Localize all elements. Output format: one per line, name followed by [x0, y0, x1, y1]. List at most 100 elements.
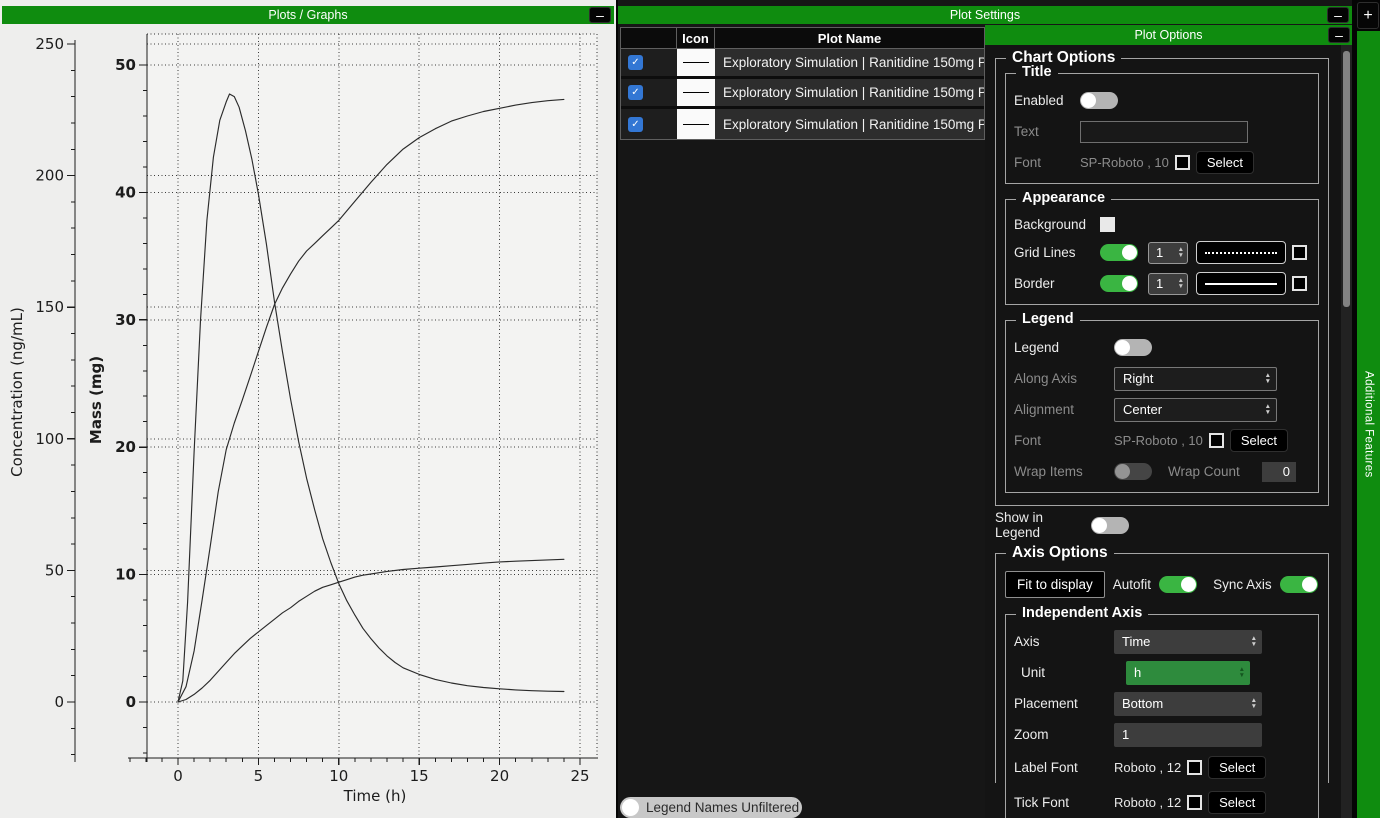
- border-toggle[interactable]: [1100, 275, 1138, 292]
- fit-to-display-button[interactable]: Fit to display: [1005, 571, 1105, 598]
- legend-font-label: Font: [1014, 433, 1114, 448]
- options-scrollbar[interactable]: [1341, 45, 1352, 818]
- plot-name[interactable]: Exploratory Simulation | Ranitidine 150m…: [715, 109, 984, 139]
- wrap-count-label: Wrap Count: [1168, 464, 1240, 479]
- tick-font-color-swatch[interactable]: [1187, 795, 1202, 810]
- border-color-swatch[interactable]: [1292, 276, 1307, 291]
- legend-group-label: Legend: [1016, 311, 1080, 327]
- stepper-arrows-icon[interactable]: ▲▼: [1178, 278, 1184, 289]
- title-enabled-toggle[interactable]: [1080, 92, 1118, 109]
- table-row: ✓ Exploratory Simulation | Ranitidine 15…: [621, 49, 984, 79]
- tick-font-select-button[interactable]: Select: [1208, 791, 1266, 814]
- unit-dropdown[interactable]: h ▲▼: [1126, 661, 1250, 685]
- stepper-arrows-icon[interactable]: ▲▼: [1178, 247, 1184, 258]
- title-font-value: SP-Roboto , 10: [1080, 155, 1169, 170]
- placement-dropdown[interactable]: Bottom ▲▼: [1114, 692, 1262, 716]
- scrollbar-thumb[interactable]: [1343, 51, 1350, 307]
- zoom-label: Zoom: [1014, 727, 1114, 742]
- grid-lines-toggle[interactable]: [1100, 244, 1138, 261]
- legend-names-toggle[interactable]: Legend Names Unfiltered: [620, 797, 802, 818]
- svg-text:20: 20: [490, 767, 509, 785]
- pk-chart[interactable]: 050100150200250010203040500510152025Conc…: [0, 0, 616, 818]
- background-color-swatch[interactable]: [1100, 217, 1115, 232]
- minus-icon: –: [1334, 7, 1342, 23]
- toggle-knob-icon: [622, 799, 639, 816]
- background-label: Background: [1014, 217, 1100, 232]
- plot-line-preview: [677, 109, 715, 139]
- border-line-style-button[interactable]: [1196, 272, 1286, 295]
- wrap-count-input[interactable]: 0: [1262, 462, 1296, 482]
- additional-features-tab[interactable]: Additional Features: [1357, 31, 1380, 818]
- expand-additional-features-button[interactable]: +: [1357, 2, 1379, 29]
- wrap-items-toggle[interactable]: [1114, 463, 1152, 480]
- minimize-plot-options-button[interactable]: –: [1328, 27, 1350, 43]
- title-group: Title Enabled Text Font SP-Roboto , 10 S…: [1005, 73, 1319, 184]
- plot-table: Icon Plot Name ✓ Exploratory Simulation …: [620, 27, 985, 140]
- svg-text:250: 250: [35, 35, 64, 53]
- plot-name[interactable]: Exploratory Simulation | Ranitidine 150m…: [715, 79, 984, 106]
- minimize-plots-button[interactable]: –: [589, 7, 611, 23]
- unit-label: Unit: [1014, 665, 1114, 680]
- placement-value: Bottom: [1114, 696, 1163, 711]
- x-axis-title: Time (h): [343, 787, 407, 805]
- svg-text:40: 40: [115, 183, 136, 201]
- toggle-knob-icon: [1122, 276, 1137, 291]
- autofit-toggle[interactable]: [1159, 576, 1197, 593]
- legend-font-select-button[interactable]: Select: [1230, 429, 1288, 452]
- svg-text:30: 30: [115, 311, 136, 329]
- sync-axis-label: Sync Axis: [1213, 577, 1272, 592]
- appearance-group: Appearance Background Grid Lines 1 ▲▼: [1005, 199, 1319, 305]
- show-in-legend-toggle[interactable]: [1091, 517, 1129, 534]
- svg-text:100: 100: [35, 430, 64, 448]
- dropdown-arrows-icon: ▲▼: [1251, 636, 1257, 647]
- label-font-color-swatch[interactable]: [1187, 760, 1202, 775]
- svg-text:10: 10: [329, 767, 348, 785]
- legend-toggle[interactable]: [1114, 339, 1152, 356]
- plot-visible-checkbox[interactable]: ✓: [628, 55, 643, 70]
- title-font-select-button[interactable]: Select: [1196, 151, 1254, 174]
- sync-axis-toggle[interactable]: [1280, 576, 1318, 593]
- autofit-label: Autofit: [1113, 577, 1151, 592]
- font-label: Font: [1014, 155, 1080, 170]
- toggle-knob-icon: [1115, 464, 1130, 479]
- plot-visible-checkbox[interactable]: ✓: [628, 117, 643, 132]
- svg-text:200: 200: [35, 167, 64, 185]
- grid-line-style-button[interactable]: [1196, 241, 1286, 264]
- plot-name[interactable]: Exploratory Simulation | Ranitidine 150m…: [715, 49, 984, 76]
- axis-label: Axis: [1014, 634, 1114, 649]
- y-axis-left-title: Concentration (ng/mL): [8, 307, 26, 477]
- label-font-select-button[interactable]: Select: [1208, 756, 1266, 779]
- plots-graphs-titlebar[interactable]: Plots / Graphs –: [2, 6, 614, 24]
- minimize-plot-settings-button[interactable]: –: [1327, 7, 1349, 23]
- plot-settings-title: Plot Settings: [950, 8, 1020, 22]
- chart-options-group: Chart Options Title Enabled Text Font SP…: [995, 58, 1329, 506]
- grid-color-swatch[interactable]: [1292, 245, 1307, 260]
- along-axis-dropdown[interactable]: Right ▲▼: [1114, 367, 1277, 391]
- enabled-label: Enabled: [1014, 93, 1080, 108]
- line-style-icon: [683, 62, 709, 63]
- border-label: Border: [1014, 276, 1100, 291]
- check-icon: ✓: [631, 119, 639, 130]
- check-icon: ✓: [631, 57, 639, 68]
- grid-width-stepper[interactable]: 1 ▲▼: [1148, 242, 1188, 264]
- title-font-color-swatch[interactable]: [1175, 155, 1190, 170]
- svg-text:0: 0: [173, 767, 183, 785]
- axis-dropdown[interactable]: Time ▲▼: [1114, 630, 1262, 654]
- alignment-dropdown[interactable]: Center ▲▼: [1114, 398, 1277, 422]
- zoom-input[interactable]: 1: [1114, 723, 1262, 747]
- legend-font-color-swatch[interactable]: [1209, 433, 1224, 448]
- dropdown-arrows-icon: ▲▼: [1265, 373, 1271, 384]
- appearance-group-label: Appearance: [1016, 190, 1111, 206]
- label-font-label: Label Font: [1014, 760, 1114, 775]
- border-width-stepper[interactable]: 1 ▲▼: [1148, 273, 1188, 295]
- independent-axis-group: Independent Axis Axis Time ▲▼ Unit h ▲▼: [1005, 614, 1319, 818]
- plot-settings-titlebar[interactable]: Plot Settings –: [618, 6, 1352, 24]
- title-text-input[interactable]: [1080, 121, 1248, 143]
- plot-options-titlebar[interactable]: Plot Options –: [985, 25, 1352, 45]
- svg-text:0: 0: [54, 693, 64, 711]
- plot-visible-checkbox[interactable]: ✓: [628, 85, 643, 100]
- legend-font-value: SP-Roboto , 10: [1114, 433, 1203, 448]
- y-axis-right-title: Mass (mg): [87, 356, 105, 444]
- axis-options-group: Axis Options Fit to display Autofit Sync…: [995, 553, 1329, 783]
- border-width-value: 1: [1149, 276, 1163, 291]
